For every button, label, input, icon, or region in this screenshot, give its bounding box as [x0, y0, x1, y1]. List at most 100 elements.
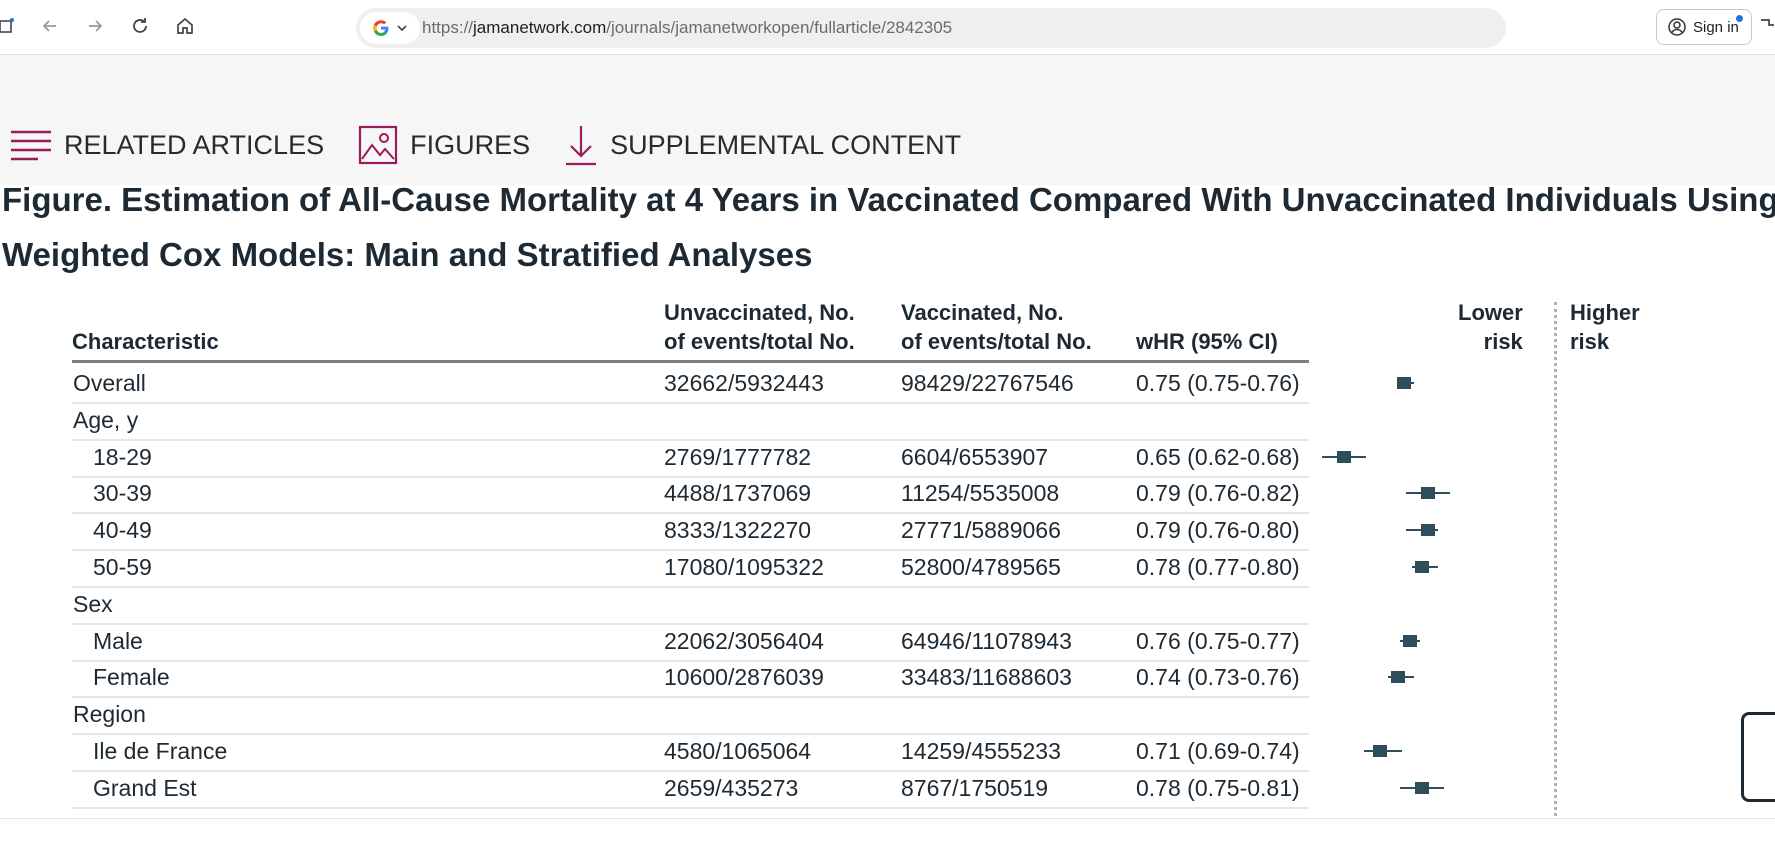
- table-row: Ile de France 4580/1065064 14259/4555233 0.…: [72, 734, 1309, 772]
- download-arrow-icon: [566, 126, 597, 166]
- point-estimate-marker: [1403, 634, 1417, 647]
- table-row: 50-59 17080/1095322 52800/4789565 0.78 (0.7…: [72, 550, 1309, 588]
- nav-supplemental-content[interactable]: SUPPLEMENTAL CONTENT: [564, 124, 961, 166]
- row-characteristic: Female: [93, 664, 170, 691]
- forest-plot: Lower risk Higher risk: [1322, 298, 1775, 822]
- row-unvaccinated: 22062/3056404: [664, 627, 824, 654]
- row-unvaccinated: 2659/435273: [664, 774, 799, 801]
- chevron-down-icon: [397, 25, 407, 32]
- row-vaccinated: 27771/5889066: [901, 517, 1061, 544]
- header-vaccinated: Vaccinated, No. of events/total No.: [901, 298, 1092, 358]
- status-bar: [0, 818, 1775, 853]
- url-text[interactable]: https://jamanetwork.com/journals/jamanet…: [422, 18, 952, 38]
- row-whr: 0.78 (0.77-0.80): [1136, 554, 1300, 580]
- table-row: 18-29 2769/1777782 6604/6553907 0.65 (0.62-…: [72, 440, 1309, 478]
- row-characteristic: 40-49: [93, 517, 152, 544]
- row-whr: 0.65 (0.62-0.68): [1136, 443, 1300, 470]
- point-estimate-marker: [1373, 745, 1387, 757]
- row-vaccinated: 8767/1750519: [901, 774, 1049, 801]
- url-host: jamanetwork.com: [473, 18, 607, 37]
- row-unvaccinated: 10600/2876039: [664, 664, 824, 691]
- header-vaccinated-line-1: Vaccinated, No.: [901, 300, 1064, 325]
- reload-icon[interactable]: [125, 11, 155, 41]
- row-vaccinated: 52800/4789565: [901, 554, 1061, 580]
- row-whr: 0.79 (0.76-0.80): [1136, 517, 1300, 544]
- row-whr: 0.79 (0.76-0.82): [1136, 480, 1300, 507]
- row-unvaccinated: 32662/5932443: [664, 370, 824, 396]
- point-estimate-marker: [1421, 487, 1435, 500]
- menu-lines-icon: [11, 130, 51, 161]
- row-vaccinated: 6604/6553907: [901, 443, 1049, 470]
- header-unvaccinated: Unvaccinated, No. of events/total No.: [664, 298, 855, 358]
- row-characteristic: Age, y: [73, 406, 139, 433]
- row-whr: 0.76 (0.75-0.77): [1136, 627, 1300, 654]
- lower-risk-text: Lower risk: [1458, 300, 1523, 354]
- row-vaccinated: 11254/5535008: [901, 480, 1060, 507]
- sign-in-button[interactable]: Sign in: [1656, 9, 1752, 45]
- reference-line: [1554, 302, 1557, 822]
- address-bar[interactable]: https://jamanetwork.com/journals/jamanet…: [356, 8, 1506, 48]
- header-rule: [72, 360, 1309, 363]
- new-tab-icon[interactable]: [0, 11, 22, 41]
- image-icon: [358, 125, 398, 165]
- row-whr: 0.71 (0.69-0.74): [1136, 738, 1300, 764]
- row-whr: 0.78 (0.75-0.81): [1136, 774, 1300, 801]
- row-characteristic: Overall: [73, 370, 146, 396]
- row-unvaccinated: 17080/1095322: [664, 554, 824, 580]
- row-characteristic: Sex: [73, 590, 113, 617]
- row-characteristic: Ile de France: [93, 738, 228, 764]
- point-estimate-marker: [1391, 671, 1405, 684]
- table-row: 40-49 8333/1322270 27771/5889066 0.79 (0.76…: [72, 513, 1309, 552]
- nav-related-articles-label: RELATED ARTICLES: [64, 129, 325, 160]
- table-row: Female 10600/2876039 33483/11688603 0.74 (0…: [72, 660, 1309, 699]
- figure-title: Figure. Estimation of All-Cause Mortalit…: [2, 172, 1775, 282]
- row-unvaccinated: 4580/1065064: [664, 738, 812, 764]
- point-estimate-marker: [1415, 781, 1429, 794]
- nav-supplemental-label: SUPPLEMENTAL CONTENT: [610, 129, 962, 160]
- row-characteristic: 30-39: [93, 480, 152, 507]
- point-estimate-marker: [1337, 450, 1351, 463]
- row-unvaccinated: 8333/1322270: [664, 517, 812, 544]
- header-unvaccinated-line-2: of events/total No.: [664, 329, 855, 354]
- browser-toolbar: https://jamanetwork.com/journals/jamanet…: [0, 0, 1775, 55]
- url-path: /journals/jamanetworkopen/fullarticle/28…: [606, 18, 953, 37]
- floating-panel-tab[interactable]: [1741, 712, 1775, 802]
- account-icon: [1668, 18, 1686, 36]
- row-characteristic: 18-29: [93, 443, 152, 470]
- search-engine-chip[interactable]: [360, 12, 420, 44]
- table-row: Age, y: [72, 403, 1309, 441]
- table-row: Region: [72, 697, 1309, 736]
- header-unvaccinated-line-1: Unvaccinated, No.: [664, 300, 855, 325]
- nav-figures-label: FIGURES: [410, 129, 531, 160]
- header-vaccinated-line-2: of events/total No.: [901, 329, 1092, 354]
- lower-risk-label: Lower risk: [1458, 298, 1523, 356]
- nav-figures[interactable]: FIGURES: [358, 125, 530, 165]
- point-estimate-marker: [1397, 377, 1411, 389]
- point-estimate-marker: [1415, 561, 1429, 573]
- row-characteristic: Male: [93, 627, 143, 654]
- row-vaccinated: 98429/22767546: [901, 370, 1074, 396]
- notification-dot: [1736, 15, 1743, 22]
- extensions-icon[interactable]: [1758, 16, 1775, 38]
- article-nav: RELATED ARTICLES FIGURES SUPPLEMENTAL CO…: [0, 120, 995, 170]
- back-icon[interactable]: [35, 11, 65, 41]
- forward-icon[interactable]: [80, 11, 110, 41]
- row-unvaccinated: 2769/1777782: [664, 443, 812, 470]
- row-vaccinated: 64946/11078943: [901, 627, 1072, 654]
- table-row: 30-39 4488/1737069 11254/5535008 0.79 (0.76…: [72, 476, 1309, 515]
- higher-risk-text: Higher risk: [1570, 300, 1640, 354]
- nav-related-articles[interactable]: RELATED ARTICLES: [10, 128, 324, 162]
- table-row: Grand Est 2659/435273 8767/1750519 0.78 (0.…: [72, 771, 1309, 809]
- url-scheme: https://: [422, 18, 474, 37]
- row-characteristic: Region: [73, 701, 146, 728]
- row-vaccinated: 33483/11688603: [901, 664, 1072, 691]
- row-whr: 0.74 (0.73-0.76): [1136, 664, 1300, 691]
- table-row: Sex: [72, 587, 1309, 625]
- home-icon[interactable]: [170, 11, 200, 41]
- row-whr: 0.75 (0.75-0.76): [1136, 370, 1300, 396]
- figure-title-line-2: Weighted Cox Models: Main and Stratified…: [2, 236, 813, 273]
- sign-in-label: Sign in: [1693, 18, 1739, 36]
- point-estimate-marker: [1421, 524, 1435, 537]
- row-characteristic: Grand Est: [93, 774, 197, 801]
- row-unvaccinated: 4488/1737069: [664, 480, 812, 507]
